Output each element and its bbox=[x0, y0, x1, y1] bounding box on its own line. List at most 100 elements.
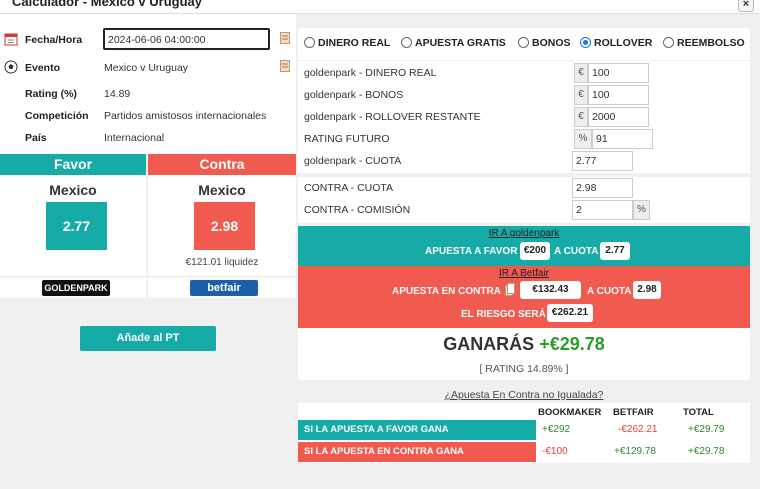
radio-circle bbox=[518, 37, 529, 48]
favor-brand-row: GOLDENPARK bbox=[0, 276, 146, 298]
contra-cuota-label: CONTRA - CUOTA bbox=[304, 182, 394, 194]
row-label: SI LA APUESTA A FAVOR GANA bbox=[298, 420, 536, 440]
not-matched-link[interactable]: ¿Apuesta En Contra no Igualada? bbox=[298, 389, 750, 401]
cuota-input[interactable]: 2.77 bbox=[572, 151, 633, 171]
contra-cuota-input[interactable]: 2.98 bbox=[572, 178, 633, 198]
radio-rollover[interactable]: ROLLOVER bbox=[580, 37, 652, 49]
col-total: TOTAL bbox=[683, 407, 714, 418]
cuota-label: A CUOTA bbox=[554, 246, 599, 257]
betfair-logo[interactable]: betfair bbox=[190, 280, 258, 296]
radio-circle bbox=[304, 37, 315, 48]
event-info: Fecha/Hora 2024-06-06 04:00:00 Evento Me… bbox=[0, 14, 296, 154]
left-panel: Fecha/Hora 2024-06-06 04:00:00 Evento Me… bbox=[0, 14, 296, 489]
add-to-pt-button[interactable]: Añade al PT bbox=[80, 326, 216, 351]
euro-prefix: € bbox=[574, 85, 588, 105]
apuesta-favor-value: €200 bbox=[520, 242, 550, 260]
bonos-input[interactable]: 100 bbox=[588, 85, 649, 105]
contra-liquidity: €121.01 liquidez bbox=[185, 257, 259, 268]
goldenpark-logo[interactable]: GOLDENPARK bbox=[42, 280, 110, 296]
date-input[interactable]: 2024-06-06 04:00:00 bbox=[103, 28, 270, 50]
rollover-input[interactable]: 2000 bbox=[588, 107, 649, 127]
copy-icon[interactable] bbox=[505, 283, 515, 296]
rollover-row: goldenpark - ROLLOVER RESTANTE € 2000 bbox=[298, 106, 750, 128]
ir-goldenpark-link[interactable]: IR A goldenpark bbox=[298, 228, 750, 239]
window-title: Calculador - Mexico v Uruguay bbox=[12, 0, 202, 9]
ganaras-line: GANARÁS +€29.78 bbox=[298, 334, 750, 355]
competition-row: Competición Partidos amistosos internaci… bbox=[0, 106, 296, 126]
contra-comision-input[interactable]: 2 bbox=[572, 200, 633, 220]
contra-brand-row: betfair bbox=[148, 276, 296, 298]
rating-label: Rating (%) bbox=[25, 88, 77, 100]
result-rating: [ RATING 14.89% ] bbox=[479, 363, 569, 375]
cell-betfair: -€262.21 bbox=[618, 424, 658, 435]
radio-circle bbox=[401, 37, 412, 48]
riesgo-label: EL RIESGO SERÁ bbox=[461, 309, 546, 320]
contra-team: Mexico bbox=[198, 182, 246, 198]
contra-comision-label: CONTRA - COMISIÓN bbox=[304, 204, 411, 216]
date-row: Fecha/Hora 2024-06-06 04:00:00 bbox=[0, 28, 296, 50]
radio-label: ROLLOVER bbox=[594, 37, 653, 49]
edit-icon[interactable] bbox=[280, 60, 290, 72]
percent-prefix: % bbox=[574, 129, 592, 149]
table-row: SI LA APUESTA EN CONTRA GANA -€100 +€129… bbox=[298, 442, 750, 462]
contra-header: Contra bbox=[148, 154, 296, 175]
rating-row: Rating (%) 14.89 bbox=[0, 84, 296, 104]
rollover-label: goldenpark - ROLLOVER RESTANTE bbox=[304, 111, 481, 123]
apuesta-contra-label: APUESTA EN CONTRA bbox=[392, 286, 501, 297]
radio-circle-selected bbox=[580, 37, 591, 48]
favor-odd: 2.77 bbox=[46, 202, 107, 250]
event-row: Evento Mexico v Uruguay bbox=[0, 58, 296, 78]
cuota-value: 2.98 bbox=[633, 281, 661, 299]
rating-futuro-input[interactable]: 91 bbox=[592, 129, 653, 149]
result-panel: GANARÁS +€29.78 [ RATING 14.89% ] bbox=[298, 328, 750, 380]
radio-bonos[interactable]: BONOS bbox=[518, 37, 571, 49]
cell-total: +€29.79 bbox=[688, 424, 725, 435]
contra-fields: CONTRA - CUOTA 2.98 CONTRA - COMISIÓN 2 … bbox=[298, 177, 750, 223]
ir-betfair-link[interactable]: IR A Betfair bbox=[298, 268, 750, 279]
euro-prefix: € bbox=[574, 107, 588, 127]
close-icon[interactable]: × bbox=[738, 0, 754, 12]
radio-label: BONOS bbox=[532, 37, 571, 49]
competition-value: Partidos amistosos internacionales bbox=[104, 110, 267, 122]
col-betfair: BETFAIR bbox=[613, 407, 654, 418]
radio-apuesta-gratis[interactable]: APUESTA GRATIS bbox=[401, 37, 506, 49]
dinero-real-input[interactable]: 100 bbox=[588, 63, 649, 83]
cell-bookmaker: -€100 bbox=[542, 446, 568, 457]
summary-table: BOOKMAKER BETFAIR TOTAL SI LA APUESTA A … bbox=[298, 403, 750, 463]
ganaras-amount: +€29.78 bbox=[539, 334, 605, 354]
contra-comision-row: CONTRA - COMISIÓN 2 % bbox=[298, 199, 750, 221]
competition-label: Competición bbox=[25, 110, 89, 122]
ir-contra-panel: IR A Betfair APUESTA EN CONTRA €132.43 A… bbox=[298, 266, 750, 328]
favor-header: Favor bbox=[0, 154, 146, 175]
country-value: Internacional bbox=[104, 132, 165, 144]
contra-card: Contra Mexico 2.98 €121.01 liquidez bbox=[148, 154, 296, 276]
row-label: SI LA APUESTA EN CONTRA GANA bbox=[298, 442, 536, 462]
cuota-row: goldenpark - CUOTA 2.77 bbox=[298, 150, 750, 172]
contra-odd: 2.98 bbox=[194, 202, 255, 250]
rating-futuro-row: RATING FUTURO % 91 bbox=[298, 128, 750, 150]
rating-futuro-label: RATING FUTURO bbox=[304, 133, 390, 145]
edit-icon[interactable] bbox=[280, 32, 290, 44]
window-title-bar: Calculador - Mexico v Uruguay × bbox=[0, 0, 760, 14]
riesgo-value: €262.21 bbox=[547, 304, 593, 322]
country-label: País bbox=[25, 132, 47, 144]
event-value: Mexico v Uruguay bbox=[104, 62, 189, 74]
calendar-icon bbox=[4, 33, 18, 46]
cell-total: +€29.78 bbox=[688, 446, 725, 457]
apuesta-favor-label: APUESTA A FAVOR bbox=[425, 246, 518, 257]
mode-selector: DINERO REAL APUESTA GRATIS BONOS ROLLOVE… bbox=[298, 28, 750, 60]
radio-dinero-real[interactable]: DINERO REAL bbox=[304, 37, 390, 49]
dinero-real-row: goldenpark - DINERO REAL € 100 bbox=[298, 62, 750, 84]
dinero-real-label: goldenpark - DINERO REAL bbox=[304, 67, 437, 79]
ganaras-label: GANARÁS bbox=[443, 334, 535, 354]
right-panel: DINERO REAL APUESTA GRATIS BONOS ROLLOVE… bbox=[298, 14, 760, 489]
cell-bookmaker: +€292 bbox=[542, 424, 571, 435]
soccer-ball-icon bbox=[4, 60, 18, 74]
bonos-row: goldenpark - BONOS € 100 bbox=[298, 84, 750, 106]
rating-value: 14.89 bbox=[104, 88, 131, 100]
contra-cuota-row: CONTRA - CUOTA 2.98 bbox=[298, 177, 750, 199]
event-label: Evento bbox=[25, 62, 61, 74]
table-row: SI LA APUESTA A FAVOR GANA +€292 -€262.2… bbox=[298, 420, 750, 440]
euro-prefix: € bbox=[574, 63, 588, 83]
radio-reembolso[interactable]: REEMBOLSO bbox=[663, 37, 745, 49]
